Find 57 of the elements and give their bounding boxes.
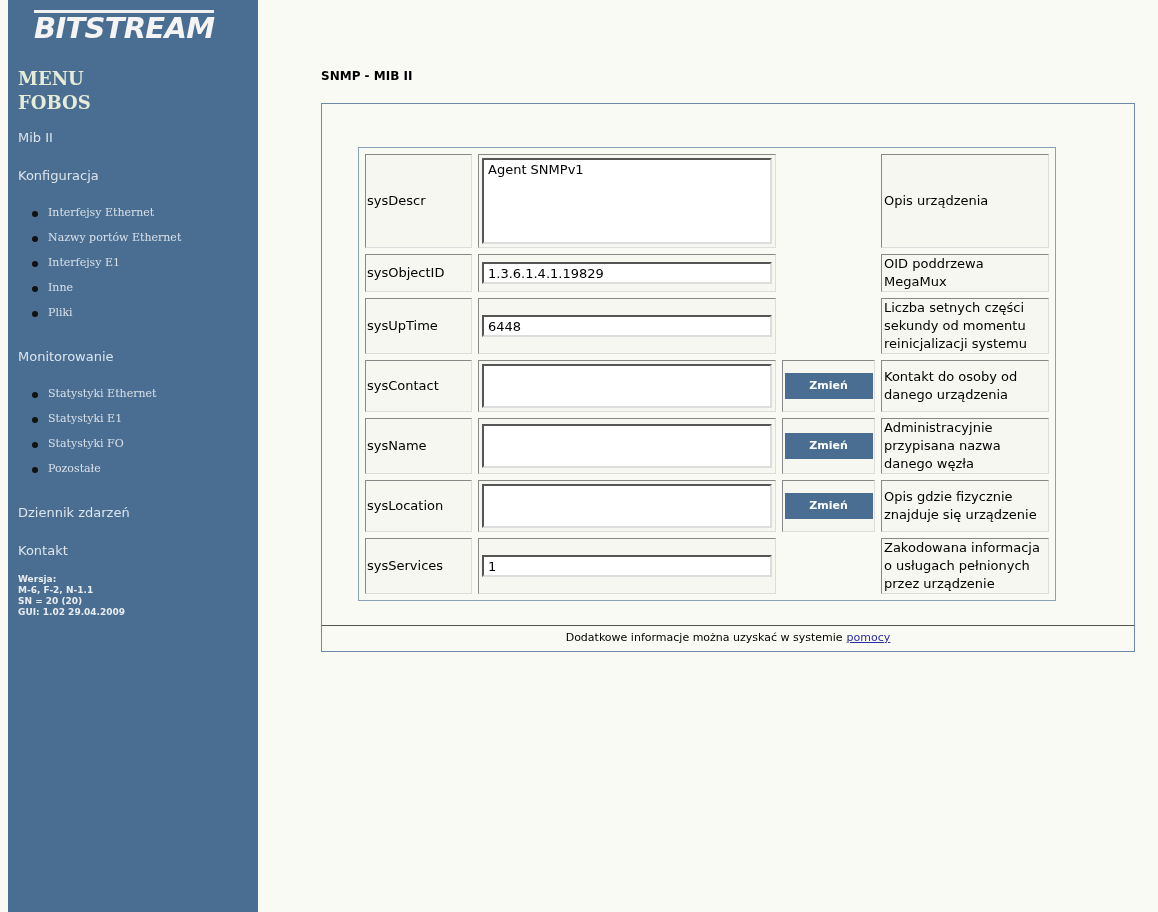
field-name: sysContact: [365, 360, 472, 412]
bullet-icon: [32, 416, 38, 423]
input-field[interactable]: 1.3.6.1.4.1.19829: [482, 262, 772, 284]
field-description: Zakodowana informacja o usługach pełnionych przez urządzenie: [881, 538, 1049, 594]
input-field[interactable]: 1: [482, 555, 772, 577]
menu-title: FOBOS: [18, 91, 92, 115]
field-name: sysObjectID: [365, 254, 472, 292]
version-text: GUI: 1.02 29.04.2009: [18, 607, 127, 618]
menu-item-link[interactable]: Statystyki FO: [48, 436, 124, 453]
menu-title: MENU: [18, 67, 85, 91]
bullet-icon: [32, 235, 38, 242]
field-description: OID poddrzewa MegaMux: [881, 254, 1049, 292]
input-field[interactable]: [482, 484, 772, 528]
bullet-icon: [32, 285, 38, 292]
version-text: Wersja:: [18, 574, 58, 585]
menu-section-link[interactable]: Kontakt: [18, 542, 68, 560]
logo: BITSTREAM: [34, 10, 215, 43]
field-name: sysLocation: [365, 480, 472, 532]
input-field[interactable]: [482, 364, 772, 408]
change-button[interactable]: Zmień: [784, 433, 873, 459]
menu-item-link[interactable]: Pliki: [48, 305, 73, 322]
change-button[interactable]: Zmień: [784, 373, 873, 399]
menu-item-link[interactable]: Interfejsy Ethernet: [48, 205, 155, 222]
text-area[interactable]: Agent SNMPv1: [482, 158, 772, 244]
field-name: sysDescr: [365, 154, 472, 248]
bullet-icon: [32, 441, 38, 448]
footer-text: Dodatkowe informacje można uzyskać w systemie: [565, 630, 843, 647]
bullet-icon: [32, 260, 38, 267]
page-title: SNMP - MIB II: [321, 68, 414, 85]
menu-section-link[interactable]: Mib II: [18, 129, 53, 147]
bullet-icon: [32, 466, 38, 473]
menu-section-link[interactable]: Dziennik zdarzeń: [18, 504, 130, 522]
field-description: Kontakt do osoby od danego urządzenia: [881, 360, 1049, 412]
menu-section-link[interactable]: Monitorowanie: [18, 348, 114, 366]
menu-item-link[interactable]: Pozostałe: [48, 461, 101, 478]
menu-section-link[interactable]: Konfiguracja: [18, 167, 99, 185]
bullet-icon: [32, 310, 38, 317]
field-description: Opis urządzenia: [881, 154, 1049, 248]
version-text: M-6, F-2, N-1.1: [18, 585, 95, 596]
bullet-icon: [32, 210, 38, 217]
menu-item-link[interactable]: Interfejsy E1: [48, 255, 120, 272]
change-button[interactable]: Zmień: [784, 493, 873, 519]
field-description: Opis gdzie fizycznie znajduje się urządzenie: [881, 480, 1049, 532]
field-name: sysName: [365, 418, 472, 474]
bullet-icon: [32, 391, 38, 398]
help-link[interactable]: pomocy: [846, 630, 891, 647]
field-description: Administracyjnie przypisana nazwa danego węzła: [881, 418, 1049, 474]
input-field[interactable]: 6448: [482, 315, 772, 337]
menu-item-link[interactable]: Statystyki Ethernet: [48, 386, 157, 403]
field-name: sysUpTime: [365, 298, 472, 354]
menu-item-link[interactable]: Statystyki E1: [48, 411, 123, 428]
version-text: SN = 20 (20): [18, 596, 84, 607]
menu-item-link[interactable]: Inne: [48, 280, 74, 297]
input-field[interactable]: [482, 424, 772, 468]
menu-item-link[interactable]: Nazwy portów Ethernet: [48, 230, 182, 247]
field-description: Liczba setnych części sekundy od momentu reinicjalizacji systemu: [881, 298, 1049, 354]
field-name: sysServices: [365, 538, 472, 594]
